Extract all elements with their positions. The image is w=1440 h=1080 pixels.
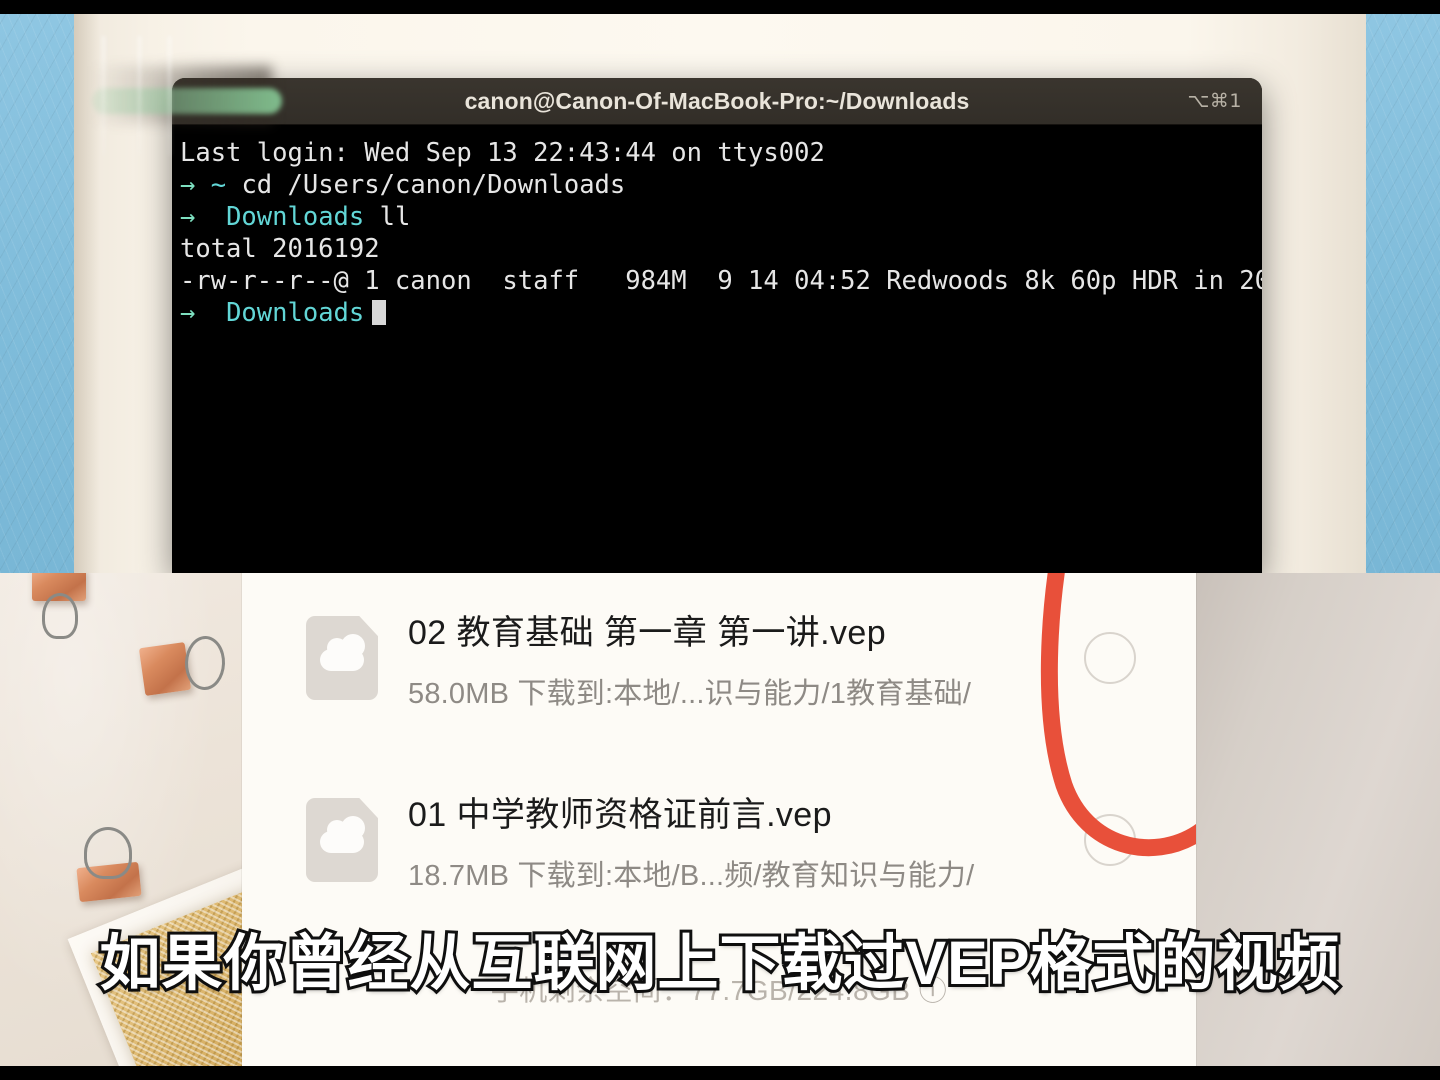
terminal-line-cmd2: → Downloads ll <box>178 201 1262 233</box>
terminal-title: canon@Canon-Of-MacBook-Pro:~/Downloads <box>464 87 970 114</box>
list-item[interactable]: 01 中学教师资格证前言.vep 18.7MB 下载到:本地/B...频/教育知… <box>242 755 1196 925</box>
prompt-path-2: Downloads <box>226 202 365 232</box>
file-info: 01 中学教师资格证前言.vep 18.7MB 下载到:本地/B...频/教育知… <box>408 787 1084 894</box>
background-wall-left <box>0 14 74 573</box>
terminal-cursor <box>372 300 387 325</box>
subtitle-caption: 如果你曾经从互联网上下载过VEP格式的视频 <box>96 926 1342 1000</box>
file-name: 02 教育基础 第一章 第一讲.vep <box>408 613 887 652</box>
terminal-shortcut-hint: ⌥⌘1 <box>1187 90 1242 112</box>
letterbox-bottom <box>0 1066 1440 1080</box>
panel-shadow <box>74 14 100 573</box>
screenshot-stage: canon@Canon-Of-MacBook-Pro:~/Downloads ⌥… <box>0 0 1440 1080</box>
file-meta: 58.0MB 下载到:本地/...识与能力/1教育基础/ <box>408 677 972 710</box>
list-item[interactable]: 02 教育基础 第一章 第一讲.vep 58.0MB 下载到:本地/...识与能… <box>242 573 1196 743</box>
background-wall-right <box>1366 14 1440 573</box>
cloud-file-icon <box>306 798 378 882</box>
prompt-arrow-icon: → <box>180 298 196 328</box>
terminal-command-2: ll <box>379 202 411 232</box>
prompt-arrow-icon: → <box>180 202 196 232</box>
file-name: 01 中学教师资格证前言.vep <box>408 795 832 834</box>
prompt-arrow-icon: → <box>180 170 196 200</box>
desktop-terminal-screenshot: canon@Canon-Of-MacBook-Pro:~/Downloads ⌥… <box>0 0 1440 573</box>
letterbox-top <box>0 0 1440 14</box>
select-checkbox[interactable] <box>1084 814 1136 866</box>
binder-clip <box>18 573 108 647</box>
terminal-titlebar[interactable]: canon@Canon-Of-MacBook-Pro:~/Downloads ⌥… <box>172 78 1262 125</box>
select-checkbox[interactable] <box>1084 632 1136 684</box>
terminal-line-total: total 2016192 <box>180 234 380 264</box>
prompt-path-3: Downloads <box>226 298 365 328</box>
prompt-path-1: ~ <box>210 170 227 200</box>
phone-screenshot-scene: 02 教育基础 第一章 第一讲.vep 58.0MB 下载到:本地/...识与能… <box>0 573 1440 1080</box>
binder-clip <box>132 635 242 715</box>
file-info: 02 教育基础 第一章 第一讲.vep 58.0MB 下载到:本地/...识与能… <box>408 605 1084 712</box>
cloud-file-icon <box>306 616 378 700</box>
terminal-line-cmd1: → ~ cd /Users/canon/Downloads <box>178 169 1262 201</box>
terminal-line-login: Last login: Wed Sep 13 22:43:44 on ttys0… <box>180 138 825 168</box>
terminal-command-1: cd /Users/canon/Downloads <box>241 170 626 200</box>
terminal-line-prompt-active: → Downloads <box>178 297 1262 329</box>
terminal-line-listing: -rw-r--r--@ 1 canon staff 984M 9 14 04:5… <box>180 266 1262 296</box>
terminal-window[interactable]: canon@Canon-Of-MacBook-Pro:~/Downloads ⌥… <box>172 78 1262 573</box>
terminal-output-area[interactable]: Last login: Wed Sep 13 22:43:44 on ttys0… <box>172 125 1262 573</box>
file-meta: 18.7MB 下载到:本地/B...频/教育知识与能力/ <box>408 859 975 892</box>
